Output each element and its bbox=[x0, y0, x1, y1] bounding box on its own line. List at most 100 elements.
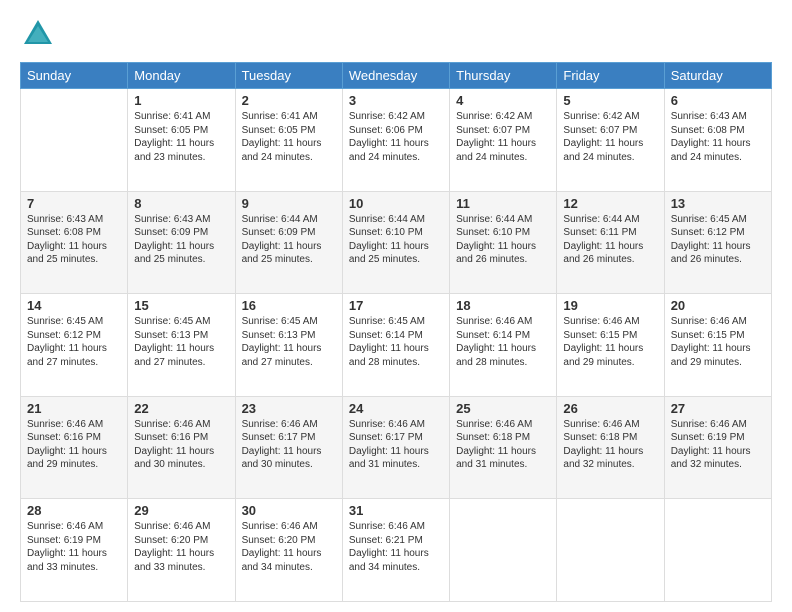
calendar-header-monday: Monday bbox=[128, 63, 235, 89]
day-number: 9 bbox=[242, 196, 336, 211]
calendar-week-0: 1 Sunrise: 6:41 AM Sunset: 6:05 PM Daylig… bbox=[21, 89, 772, 192]
calendar-header-row: SundayMondayTuesdayWednesdayThursdayFrid… bbox=[21, 63, 772, 89]
cell-info: Sunrise: 6:44 AM Sunset: 6:11 PM Dayligh… bbox=[563, 213, 657, 267]
calendar-cell: 8Sunrise: 6:43 AM Sunset: 6:09 PM Daylig… bbox=[128, 191, 235, 294]
day-number: 23 bbox=[242, 401, 336, 416]
cell-info: Sunrise: 6:46 AM Sunset: 6:17 PM Dayligh… bbox=[242, 418, 336, 472]
calendar-cell: 13 Sunrise: 6:45 AM Sunset: 6:12 PM Dayli… bbox=[664, 191, 771, 294]
calendar-header-friday: Friday bbox=[557, 63, 664, 89]
day-number: 31 bbox=[349, 503, 443, 518]
calendar-week-3: 21Sunrise: 6:46 AM Sunset: 6:16 PM Dayli… bbox=[21, 396, 772, 499]
cell-info: Sunrise: 6:46 AM Sunset: 6:18 PM Dayligh… bbox=[456, 418, 550, 472]
calendar-cell: 16 Sunrise: 6:45 AM Sunset: 6:13 PM Dayli… bbox=[235, 294, 342, 397]
calendar-cell: 26 Sunrise: 6:46 AM Sunset: 6:18 PM Dayli… bbox=[557, 396, 664, 499]
calendar-cell: 1 Sunrise: 6:41 AM Sunset: 6:05 PM Daylig… bbox=[128, 89, 235, 192]
cell-info: Sunrise: 6:42 AM Sunset: 6:07 PM Dayligh… bbox=[563, 110, 657, 164]
cell-info: Sunrise: 6:46 AM Sunset: 6:19 PM Dayligh… bbox=[671, 418, 765, 472]
calendar-header-sunday: Sunday bbox=[21, 63, 128, 89]
day-number: 24 bbox=[349, 401, 443, 416]
cell-info: Sunrise: 6:41 AM Sunset: 6:05 PM Dayligh… bbox=[242, 110, 336, 164]
calendar-header-saturday: Saturday bbox=[664, 63, 771, 89]
calendar-cell: 25 Sunrise: 6:46 AM Sunset: 6:18 PM Dayli… bbox=[450, 396, 557, 499]
calendar-cell: 10 Sunrise: 6:44 AM Sunset: 6:10 PM Dayli… bbox=[342, 191, 449, 294]
calendar-cell: 5 Sunrise: 6:42 AM Sunset: 6:07 PM Daylig… bbox=[557, 89, 664, 192]
calendar-cell: 4 Sunrise: 6:42 AM Sunset: 6:07 PM Daylig… bbox=[450, 89, 557, 192]
day-number: 30 bbox=[242, 503, 336, 518]
calendar-cell: 22Sunrise: 6:46 AM Sunset: 6:16 PM Dayli… bbox=[128, 396, 235, 499]
cell-info: Sunrise: 6:45 AM Sunset: 6:14 PM Dayligh… bbox=[349, 315, 443, 369]
cell-info: Sunrise: 6:45 AM Sunset: 6:13 PM Dayligh… bbox=[242, 315, 336, 369]
day-number: 5 bbox=[563, 93, 657, 108]
cell-info: Sunrise: 6:46 AM Sunset: 6:19 PM Dayligh… bbox=[27, 520, 121, 574]
calendar-cell: 12Sunrise: 6:44 AM Sunset: 6:11 PM Dayli… bbox=[557, 191, 664, 294]
logo-icon bbox=[20, 16, 56, 52]
cell-info: Sunrise: 6:46 AM Sunset: 6:16 PM Dayligh… bbox=[27, 418, 121, 472]
cell-info: Sunrise: 6:46 AM Sunset: 6:20 PM Dayligh… bbox=[134, 520, 228, 574]
calendar-cell: 24 Sunrise: 6:46 AM Sunset: 6:17 PM Dayli… bbox=[342, 396, 449, 499]
cell-info: Sunrise: 6:44 AM Sunset: 6:09 PM Dayligh… bbox=[242, 213, 336, 267]
day-number: 4 bbox=[456, 93, 550, 108]
calendar-cell: 28Sunrise: 6:46 AM Sunset: 6:19 PM Dayli… bbox=[21, 499, 128, 602]
cell-info: Sunrise: 6:45 AM Sunset: 6:12 PM Dayligh… bbox=[27, 315, 121, 369]
logo bbox=[20, 16, 60, 52]
calendar-cell: 18 Sunrise: 6:46 AM Sunset: 6:14 PM Dayli… bbox=[450, 294, 557, 397]
calendar-cell: 15 Sunrise: 6:45 AM Sunset: 6:13 PM Dayli… bbox=[128, 294, 235, 397]
calendar-header-thursday: Thursday bbox=[450, 63, 557, 89]
day-number: 16 bbox=[242, 298, 336, 313]
calendar-cell: 20 Sunrise: 6:46 AM Sunset: 6:15 PM Dayli… bbox=[664, 294, 771, 397]
cell-info: Sunrise: 6:44 AM Sunset: 6:10 PM Dayligh… bbox=[456, 213, 550, 267]
day-number: 10 bbox=[349, 196, 443, 211]
calendar-cell: 29 Sunrise: 6:46 AM Sunset: 6:20 PM Dayli… bbox=[128, 499, 235, 602]
cell-info: Sunrise: 6:43 AM Sunset: 6:08 PM Dayligh… bbox=[671, 110, 765, 164]
calendar-cell bbox=[557, 499, 664, 602]
calendar-header-tuesday: Tuesday bbox=[235, 63, 342, 89]
cell-info: Sunrise: 6:46 AM Sunset: 6:20 PM Dayligh… bbox=[242, 520, 336, 574]
cell-info: Sunrise: 6:41 AM Sunset: 6:05 PM Dayligh… bbox=[134, 110, 228, 164]
day-number: 7 bbox=[27, 196, 121, 211]
calendar-cell: 27 Sunrise: 6:46 AM Sunset: 6:19 PM Dayli… bbox=[664, 396, 771, 499]
day-number: 13 bbox=[671, 196, 765, 211]
cell-info: Sunrise: 6:46 AM Sunset: 6:16 PM Dayligh… bbox=[134, 418, 228, 472]
cell-info: Sunrise: 6:42 AM Sunset: 6:06 PM Dayligh… bbox=[349, 110, 443, 164]
cell-info: Sunrise: 6:45 AM Sunset: 6:13 PM Dayligh… bbox=[134, 315, 228, 369]
calendar-cell: 31 Sunrise: 6:46 AM Sunset: 6:21 PM Dayli… bbox=[342, 499, 449, 602]
cell-info: Sunrise: 6:46 AM Sunset: 6:14 PM Dayligh… bbox=[456, 315, 550, 369]
cell-info: Sunrise: 6:43 AM Sunset: 6:09 PM Dayligh… bbox=[134, 213, 228, 267]
day-number: 29 bbox=[134, 503, 228, 518]
calendar-week-1: 7 Sunrise: 6:43 AM Sunset: 6:08 PM Daylig… bbox=[21, 191, 772, 294]
calendar-cell: 11 Sunrise: 6:44 AM Sunset: 6:10 PM Dayli… bbox=[450, 191, 557, 294]
day-number: 1 bbox=[134, 93, 228, 108]
day-number: 18 bbox=[456, 298, 550, 313]
calendar-cell bbox=[21, 89, 128, 192]
cell-info: Sunrise: 6:45 AM Sunset: 6:12 PM Dayligh… bbox=[671, 213, 765, 267]
header bbox=[20, 16, 772, 52]
day-number: 25 bbox=[456, 401, 550, 416]
calendar-header-wednesday: Wednesday bbox=[342, 63, 449, 89]
cell-info: Sunrise: 6:46 AM Sunset: 6:15 PM Dayligh… bbox=[671, 315, 765, 369]
cell-info: Sunrise: 6:46 AM Sunset: 6:21 PM Dayligh… bbox=[349, 520, 443, 574]
calendar-cell: 6 Sunrise: 6:43 AM Sunset: 6:08 PM Daylig… bbox=[664, 89, 771, 192]
day-number: 3 bbox=[349, 93, 443, 108]
day-number: 15 bbox=[134, 298, 228, 313]
cell-info: Sunrise: 6:43 AM Sunset: 6:08 PM Dayligh… bbox=[27, 213, 121, 267]
calendar-week-2: 14 Sunrise: 6:45 AM Sunset: 6:12 PM Dayli… bbox=[21, 294, 772, 397]
calendar-table: SundayMondayTuesdayWednesdayThursdayFrid… bbox=[20, 62, 772, 602]
day-number: 27 bbox=[671, 401, 765, 416]
calendar-cell: 17Sunrise: 6:45 AM Sunset: 6:14 PM Dayli… bbox=[342, 294, 449, 397]
cell-info: Sunrise: 6:46 AM Sunset: 6:15 PM Dayligh… bbox=[563, 315, 657, 369]
day-number: 6 bbox=[671, 93, 765, 108]
cell-info: Sunrise: 6:42 AM Sunset: 6:07 PM Dayligh… bbox=[456, 110, 550, 164]
calendar-cell bbox=[664, 499, 771, 602]
cell-info: Sunrise: 6:46 AM Sunset: 6:18 PM Dayligh… bbox=[563, 418, 657, 472]
calendar-cell: 9 Sunrise: 6:44 AM Sunset: 6:09 PM Daylig… bbox=[235, 191, 342, 294]
calendar-cell: 3 Sunrise: 6:42 AM Sunset: 6:06 PM Daylig… bbox=[342, 89, 449, 192]
cell-info: Sunrise: 6:46 AM Sunset: 6:17 PM Dayligh… bbox=[349, 418, 443, 472]
calendar-cell: 21Sunrise: 6:46 AM Sunset: 6:16 PM Dayli… bbox=[21, 396, 128, 499]
day-number: 26 bbox=[563, 401, 657, 416]
page: SundayMondayTuesdayWednesdayThursdayFrid… bbox=[0, 0, 792, 612]
day-number: 14 bbox=[27, 298, 121, 313]
cell-info: Sunrise: 6:44 AM Sunset: 6:10 PM Dayligh… bbox=[349, 213, 443, 267]
day-number: 11 bbox=[456, 196, 550, 211]
day-number: 20 bbox=[671, 298, 765, 313]
calendar-cell: 19Sunrise: 6:46 AM Sunset: 6:15 PM Dayli… bbox=[557, 294, 664, 397]
